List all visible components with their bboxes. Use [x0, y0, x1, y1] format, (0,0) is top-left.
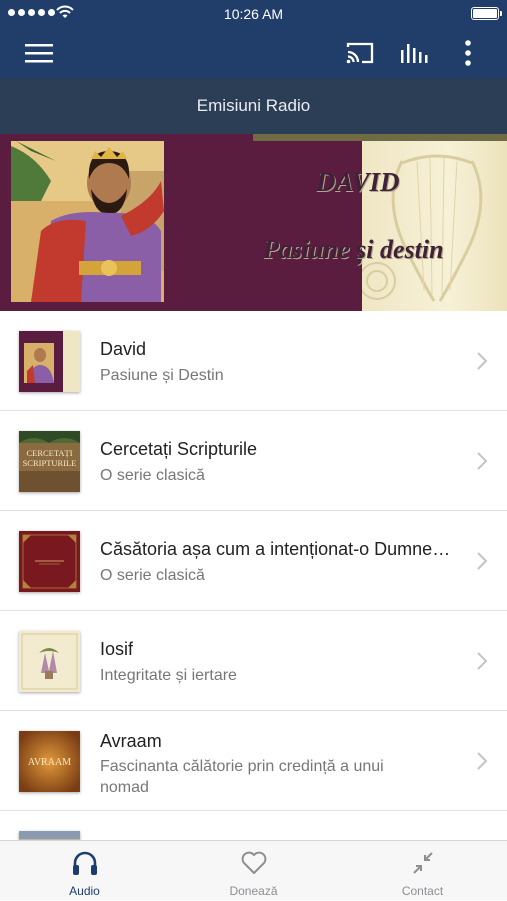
series-subtitle: Pasiune și Destin	[100, 365, 410, 386]
status-time: 10:26 AM	[0, 6, 507, 22]
series-thumbnail: CERCETAȚI SCRIPTURILE	[19, 431, 80, 492]
equalizer-icon[interactable]	[398, 37, 430, 69]
headphones-icon	[71, 850, 99, 876]
chevron-right-icon	[476, 751, 488, 771]
menu-icon[interactable]	[23, 37, 55, 69]
tab-bar: Audio Donează Contact	[0, 840, 507, 900]
series-thumbnail	[19, 531, 80, 592]
thumb-text-line2: SCRIPTURILE	[23, 458, 77, 468]
series-title: Căsătoria așa cum a intenționat-o Dumnez…	[100, 539, 455, 560]
battery-icon	[471, 7, 499, 20]
series-subtitle: Integritate și iertare	[100, 665, 410, 686]
chevron-right-icon	[476, 651, 488, 671]
list-item[interactable]: Căsătoria așa cum a intenționat-o Dumnez…	[0, 511, 507, 611]
series-title: David	[100, 339, 146, 360]
series-title: Cercetați Scripturile	[100, 439, 257, 460]
cast-icon[interactable]	[344, 37, 376, 69]
series-subtitle: O serie clasică	[100, 465, 410, 486]
list-item[interactable]: Iosif Integritate și iertare	[0, 611, 507, 711]
thumb-text: AVRAAM	[28, 757, 71, 768]
series-thumbnail	[19, 631, 80, 692]
series-thumbnail: AVRAAM	[19, 731, 80, 792]
series-title: Avraam	[100, 731, 162, 752]
banner-subtitle: Pasiune și destin	[263, 235, 444, 265]
tab-audio[interactable]: Audio	[0, 841, 169, 901]
chevron-right-icon	[476, 551, 488, 571]
series-subtitle: O serie clasică	[100, 565, 410, 586]
app-bar	[0, 28, 507, 78]
tab-doneaza[interactable]: Donează	[169, 841, 338, 901]
status-bar: 10:26 AM	[0, 0, 507, 28]
page-title: Emisiuni Radio	[0, 78, 507, 134]
banner-title: DAVID	[316, 167, 400, 198]
chevron-right-icon	[476, 351, 488, 371]
list-item[interactable]: AVRAAM Avraam Fascinanta călătorie prin …	[0, 711, 507, 811]
collapse-arrows-icon	[409, 850, 437, 876]
tab-contact[interactable]: Contact	[338, 841, 507, 901]
list-item[interactable]: CERCETAȚI SCRIPTURILE Cercetați Scriptur…	[0, 411, 507, 511]
list-item[interactable]	[0, 811, 507, 840]
tab-label: Donează	[169, 884, 338, 898]
heart-icon	[240, 850, 268, 876]
list-item[interactable]: David Pasiune și Destin	[0, 311, 507, 411]
more-options-icon[interactable]	[452, 37, 484, 69]
tab-label: Audio	[0, 884, 169, 898]
featured-banner[interactable]: DAVID Pasiune și destin	[0, 134, 507, 311]
david-portrait-image	[11, 141, 164, 302]
tab-label: Contact	[338, 884, 507, 898]
series-thumbnail	[19, 331, 80, 392]
series-thumbnail	[19, 831, 80, 840]
chevron-right-icon	[476, 451, 488, 471]
series-subtitle: Fascinanta călătorie prin credință a unu…	[100, 756, 410, 798]
series-list: David Pasiune și Destin CERCETAȚI SCRIPT…	[0, 311, 507, 840]
series-title: Iosif	[100, 639, 133, 660]
